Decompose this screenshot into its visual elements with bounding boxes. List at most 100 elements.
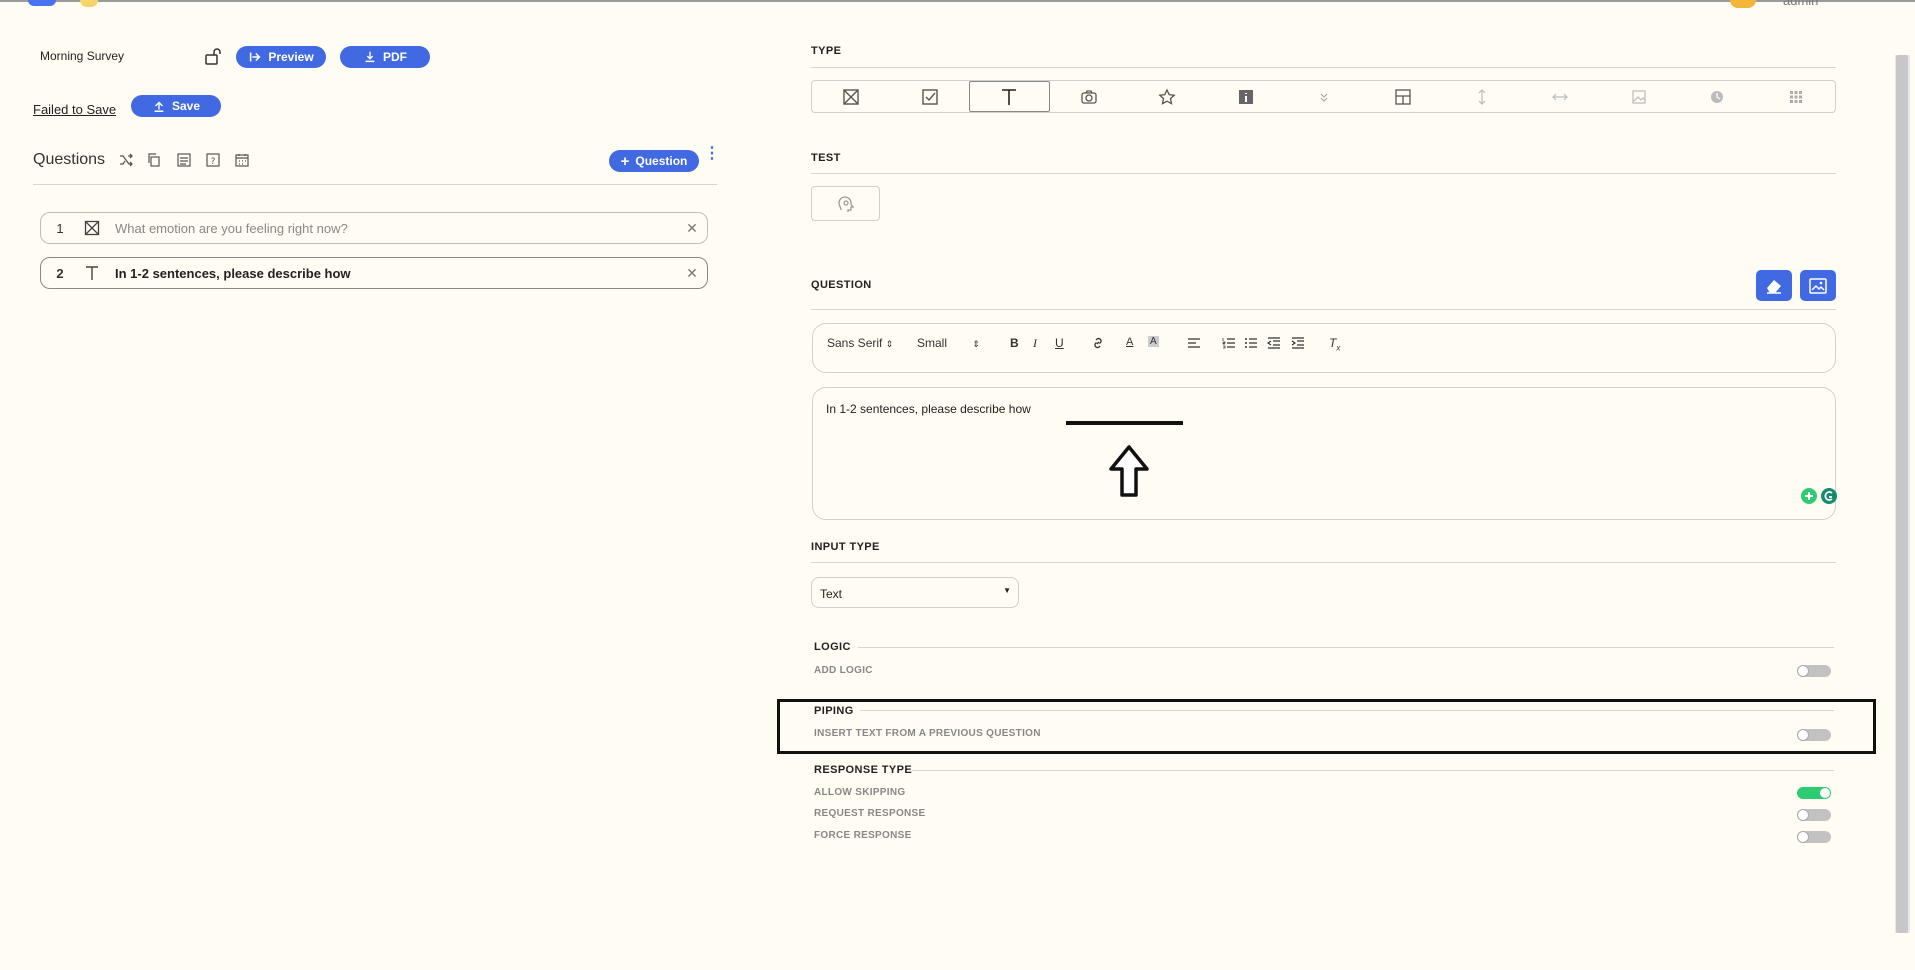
- vertical-arrow-icon[interactable]: [1442, 81, 1521, 112]
- calendar-icon[interactable]: [234, 152, 250, 173]
- question-text: In 1-2 sentences, please describe how: [115, 265, 351, 281]
- request-response-label: REQUEST RESPONSE: [814, 808, 926, 819]
- question-section-label: QUESTION: [811, 279, 872, 291]
- allow-skipping-toggle[interactable]: [1797, 787, 1831, 799]
- text-type-icon[interactable]: [969, 81, 1050, 112]
- question-divider: [811, 309, 1836, 310]
- star-icon[interactable]: [1128, 81, 1207, 112]
- size-value: Small: [917, 336, 948, 350]
- question-number: 2: [56, 265, 64, 281]
- add-logic-toggle[interactable]: [1797, 665, 1831, 677]
- indent-icon[interactable]: [1291, 336, 1305, 353]
- ordered-list-icon[interactable]: [1222, 336, 1236, 353]
- annotation-underline: [1066, 421, 1183, 425]
- info-icon[interactable]: [1207, 81, 1286, 112]
- pdf-button[interactable]: PDF: [340, 46, 430, 68]
- more-options-icon[interactable]: ⋮: [704, 146, 720, 162]
- response-type-divider: [912, 770, 1834, 771]
- image-icon: [1809, 277, 1827, 294]
- bullet-list-icon[interactable]: [1244, 336, 1258, 353]
- pdf-label: PDF: [383, 50, 407, 64]
- avatar[interactable]: [1730, 0, 1756, 8]
- question-row[interactable]: 1 What emotion are you feeling right now…: [40, 212, 708, 244]
- image-icon[interactable]: [1599, 81, 1678, 112]
- force-response-label: FORCE RESPONSE: [814, 830, 912, 841]
- save-status-link[interactable]: Failed to Save: [33, 102, 116, 117]
- unlock-icon[interactable]: [203, 46, 223, 71]
- size-select[interactable]: Small ⇕: [917, 336, 980, 350]
- question-text: What emotion are you feeling right now?: [115, 220, 348, 236]
- horizontal-arrow-icon[interactable]: [1521, 81, 1600, 112]
- text-color-icon[interactable]: A: [1126, 336, 1133, 348]
- annotation-highlight-box: [777, 699, 1876, 754]
- save-button[interactable]: Save: [131, 95, 221, 117]
- test-divider: [811, 173, 1836, 174]
- question-text-content[interactable]: In 1-2 sentences, please describe how: [826, 402, 1031, 416]
- test-button[interactable]: [811, 186, 880, 221]
- input-type-section-label: INPUT TYPE: [811, 541, 880, 553]
- add-question-label: Question: [635, 154, 688, 168]
- preview-label: Preview: [268, 50, 314, 64]
- camera-icon[interactable]: [1050, 81, 1129, 112]
- question-text-editor[interactable]: In 1-2 sentences, please describe how: [812, 387, 1838, 520]
- font-select[interactable]: Sans Serif ⇕: [827, 336, 893, 350]
- preview-icon: [250, 52, 261, 62]
- chevron-down-icon[interactable]: [1285, 81, 1364, 112]
- menu-button[interactable]: [28, 0, 56, 6]
- questions-divider: [33, 184, 717, 185]
- caret-down-icon: ▼: [1003, 586, 1011, 595]
- text-type-icon: [79, 265, 105, 281]
- suggestion-icon[interactable]: [1800, 487, 1818, 510]
- allow-skipping-label: ALLOW SKIPPING: [814, 787, 906, 798]
- close-icon[interactable]: ✕: [677, 220, 707, 237]
- layout-icon[interactable]: [1364, 81, 1443, 112]
- plus-icon: +: [620, 152, 630, 170]
- multiple-choice-icon[interactable]: [812, 81, 891, 112]
- request-response-toggle[interactable]: [1797, 809, 1831, 821]
- clear-format-button[interactable]: [1756, 270, 1792, 301]
- bold-icon[interactable]: B: [1010, 336, 1019, 350]
- question-row[interactable]: 2 In 1-2 sentences, please describe how …: [40, 257, 708, 289]
- test-section-label: TEST: [811, 152, 841, 164]
- insert-image-button[interactable]: [1800, 270, 1836, 301]
- up-arrow-icon: [1108, 444, 1150, 503]
- force-response-toggle[interactable]: [1797, 831, 1831, 843]
- svg-text:?: ?: [211, 157, 216, 167]
- eraser-icon: [1767, 279, 1781, 294]
- logic-section-label: LOGIC: [814, 641, 851, 653]
- help-icon[interactable]: ?: [205, 152, 221, 173]
- shuffle-icon[interactable]: [118, 152, 134, 173]
- underline-icon[interactable]: U: [1055, 336, 1064, 350]
- logic-divider: [858, 647, 1834, 648]
- copy-icon[interactable]: [146, 152, 162, 173]
- clear-formatting-icon[interactable]: Tx: [1329, 336, 1340, 352]
- input-type-divider: [811, 562, 1836, 563]
- response-type-section-label: RESPONSE TYPE: [814, 764, 913, 776]
- close-icon[interactable]: ✕: [677, 265, 707, 282]
- preview-button[interactable]: Preview: [236, 46, 326, 68]
- grammar-check-icon[interactable]: [1820, 487, 1838, 510]
- rich-text-toolbar: Sans Serif ⇕ Small ⇕ B I U A A Tx: [812, 323, 1836, 373]
- add-question-button[interactable]: + Question: [609, 150, 699, 172]
- scrollbar-thumb[interactable]: [1896, 55, 1908, 933]
- clock-icon[interactable]: [1678, 81, 1757, 112]
- background-color-icon[interactable]: A: [1148, 336, 1159, 347]
- outdent-icon[interactable]: [1266, 336, 1281, 353]
- type-divider: [811, 67, 1836, 68]
- question-number: 1: [56, 220, 64, 236]
- list-icon[interactable]: [176, 152, 192, 173]
- type-section-label: TYPE: [811, 45, 842, 57]
- font-value: Sans Serif: [827, 336, 883, 350]
- grid-icon[interactable]: [1756, 81, 1835, 112]
- logo-icon: [80, 0, 98, 7]
- italic-icon[interactable]: I: [1033, 336, 1037, 351]
- input-type-value: Text: [820, 587, 843, 601]
- upload-icon: [154, 101, 164, 112]
- top-border: [0, 0, 1915, 2]
- input-type-select[interactable]: Text ▼: [811, 577, 1019, 608]
- align-icon[interactable]: [1187, 334, 1201, 353]
- download-icon: [365, 51, 375, 63]
- checkbox-icon[interactable]: [891, 81, 970, 112]
- link-icon[interactable]: [1091, 336, 1105, 353]
- questions-title: Questions: [33, 151, 106, 168]
